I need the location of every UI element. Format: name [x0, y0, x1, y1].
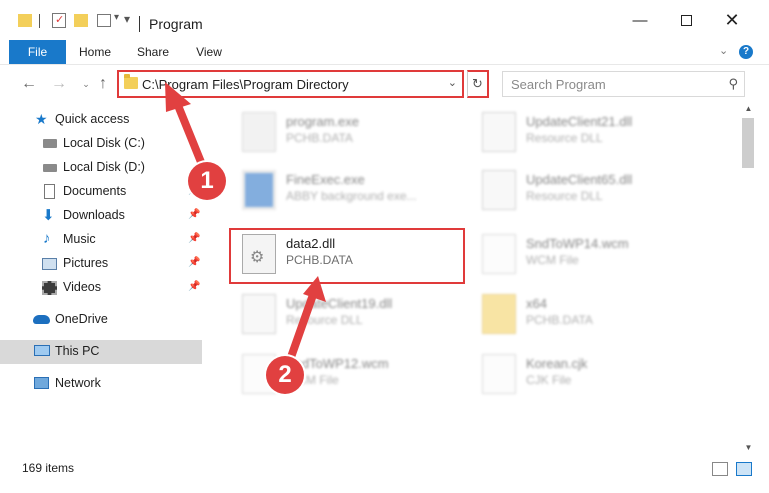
item-count: 169 items	[22, 461, 75, 475]
large-icons-view-icon[interactable]	[736, 462, 752, 476]
status-bar: 169 items	[0, 457, 769, 493]
annotation-arrows	[165, 82, 326, 364]
arrow-2-shaft	[286, 288, 318, 364]
step-marker-1: 1	[188, 162, 226, 200]
arrow-1-shaft	[171, 94, 209, 176]
step-marker-2: 2	[266, 356, 304, 394]
arrow-1-head	[165, 82, 191, 112]
details-view-icon[interactable]	[712, 462, 728, 476]
